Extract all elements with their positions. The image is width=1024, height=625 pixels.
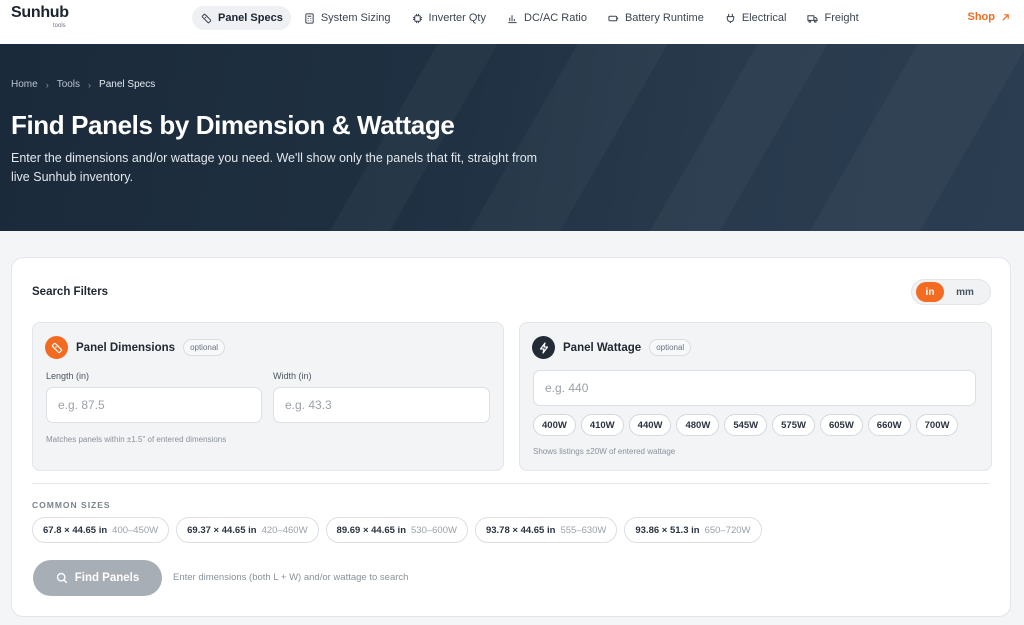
common-size-chip[interactable]: 93.86 × 51.3 in 650–720W bbox=[624, 517, 762, 543]
plug-icon bbox=[726, 13, 735, 23]
width-label: Width (in) bbox=[273, 371, 312, 381]
page-title: Find Panels by Dimension & Wattage bbox=[11, 110, 455, 140]
ruler-icon bbox=[45, 336, 68, 359]
wattage-chip[interactable]: 545W bbox=[724, 414, 768, 436]
sunhub-logo[interactable]: Sunhub tools bbox=[11, 4, 69, 29]
wattage-chip[interactable]: 605W bbox=[819, 414, 863, 436]
unit-toggle: in mm bbox=[911, 279, 991, 305]
hero-background-beam bbox=[631, 44, 840, 231]
nav-item-panel-specs[interactable]: Panel Specs bbox=[192, 6, 291, 30]
breadcrumb: Home › Tools › Panel Specs bbox=[11, 79, 155, 90]
card-title: Search Filters bbox=[32, 286, 109, 298]
section-header: Panel Dimensions optional bbox=[45, 336, 226, 359]
panel-wattage-section: Panel Wattage optional 400W 410W 440W 48… bbox=[519, 322, 992, 471]
find-panels-button[interactable]: Find Panels bbox=[33, 560, 162, 596]
shop-label: Shop bbox=[967, 11, 996, 23]
common-size-chip[interactable]: 89.69 × 44.65 in 530–600W bbox=[325, 517, 468, 543]
size-dimensions: 93.86 × 51.3 in bbox=[635, 524, 700, 536]
nav-item-dc-ac-ratio[interactable]: DC/AC Ratio bbox=[498, 6, 595, 30]
hero-banner: Home › Tools › Panel Specs Find Panels b… bbox=[0, 44, 1024, 231]
wattage-chip[interactable]: 660W bbox=[867, 414, 911, 436]
nav-label: System Sizing bbox=[320, 12, 391, 24]
wattage-chip[interactable]: 700W bbox=[915, 414, 959, 436]
optional-badge: optional bbox=[649, 339, 692, 356]
length-label: Length (in) bbox=[46, 371, 90, 381]
breadcrumb-tools[interactable]: Tools bbox=[57, 79, 80, 90]
external-arrow-icon bbox=[1002, 13, 1009, 21]
page-description: Enter the dimensions and/or wattage you … bbox=[11, 151, 538, 184]
ruler-icon bbox=[201, 13, 212, 23]
divider bbox=[32, 483, 990, 484]
common-size-chip[interactable]: 69.37 × 44.65 in 420–460W bbox=[176, 517, 319, 543]
search-filters-card: Search Filters in mm Panel Dimensions op… bbox=[11, 257, 1011, 617]
nav-label: Inverter Qty bbox=[428, 12, 486, 24]
wattage-quick-picks: 400W 410W 440W 480W 545W 575W 605W 660W … bbox=[533, 414, 959, 436]
lightning-icon bbox=[532, 336, 555, 359]
top-nav: Sunhub tools Panel Specs System Sizing I… bbox=[0, 0, 1024, 44]
breadcrumb-current: Panel Specs bbox=[99, 79, 156, 90]
panel-dimensions-section: Panel Dimensions optional Length (in) Wi… bbox=[32, 322, 504, 471]
hero-background-beam bbox=[451, 44, 680, 231]
dimension-tolerance-hint: Matches panels within ±1.5" of entered d… bbox=[46, 435, 227, 444]
size-dimensions: 89.69 × 44.65 in bbox=[336, 524, 407, 536]
size-dimensions: 69.37 × 44.65 in bbox=[187, 524, 257, 536]
common-size-chip[interactable]: 67.8 × 44.65 in 400–450W bbox=[32, 517, 170, 543]
nav-item-electrical[interactable]: Electrical bbox=[716, 6, 795, 30]
wattage-input[interactable] bbox=[533, 370, 976, 406]
wattage-chip[interactable]: 575W bbox=[772, 414, 815, 436]
common-size-chip[interactable]: 93.78 × 44.65 in 555–630W bbox=[474, 517, 618, 543]
size-dimensions: 67.8 × 44.65 in bbox=[43, 524, 108, 536]
logo-text: Sunhub bbox=[11, 4, 69, 21]
nav-label: Panel Specs bbox=[218, 12, 283, 24]
section-title: Panel Wattage bbox=[563, 341, 642, 354]
nav-label: Electrical bbox=[741, 12, 787, 24]
width-input[interactable] bbox=[273, 387, 490, 423]
length-input[interactable] bbox=[46, 387, 262, 423]
bar-chart-icon bbox=[508, 14, 517, 23]
section-title: Panel Dimensions bbox=[76, 341, 176, 354]
common-sizes-heading: COMMON SIZES bbox=[32, 500, 111, 510]
nav-item-freight[interactable]: Freight bbox=[798, 6, 866, 30]
tool-nav: Panel Specs System Sizing Inverter Qty D… bbox=[192, 6, 867, 30]
size-wattage-range: 400–450W bbox=[112, 524, 159, 536]
nav-item-inverter-qty[interactable]: Inverter Qty bbox=[403, 6, 494, 30]
chevron-right-icon: › bbox=[45, 79, 49, 90]
size-wattage-range: 650–720W bbox=[704, 524, 751, 536]
section-header: Panel Wattage optional bbox=[532, 336, 692, 359]
optional-badge: optional bbox=[183, 339, 226, 356]
chevron-right-icon: › bbox=[88, 79, 92, 90]
nav-label: Battery Runtime bbox=[624, 12, 704, 24]
nav-item-system-sizing[interactable]: System Sizing bbox=[295, 6, 399, 30]
size-wattage-range: 555–630W bbox=[560, 524, 607, 536]
truck-icon bbox=[807, 14, 819, 23]
logo-subtext: tools bbox=[53, 23, 66, 29]
chip-icon bbox=[412, 13, 422, 23]
hero-background-beam bbox=[791, 44, 1024, 231]
wattage-chip[interactable]: 400W bbox=[533, 414, 576, 436]
size-wattage-range: 420–460W bbox=[261, 524, 308, 536]
wattage-chip[interactable]: 410W bbox=[580, 414, 624, 436]
size-wattage-range: 530–600W bbox=[411, 524, 457, 536]
nav-item-battery-runtime[interactable]: Battery Runtime bbox=[599, 6, 712, 30]
wattage-chip[interactable]: 440W bbox=[628, 414, 672, 436]
unit-in-button[interactable]: in bbox=[916, 282, 944, 302]
breadcrumb-home[interactable]: Home bbox=[11, 79, 38, 90]
search-icon bbox=[56, 572, 68, 584]
nav-label: Freight bbox=[824, 12, 859, 24]
unit-mm-button[interactable]: mm bbox=[950, 282, 980, 302]
size-dimensions: 93.78 × 44.65 in bbox=[485, 524, 556, 536]
calculator-icon bbox=[305, 12, 314, 24]
common-sizes-list: 67.8 × 44.65 in 400–450W 69.37 × 44.65 i… bbox=[32, 517, 762, 543]
wattage-chip[interactable]: 480W bbox=[676, 414, 720, 436]
nav-label: DC/AC Ratio bbox=[524, 12, 587, 24]
wattage-tolerance-hint: Shows listings ±20W of entered wattage bbox=[533, 447, 676, 456]
find-panels-label: Find Panels bbox=[74, 572, 140, 584]
shop-link[interactable]: Shop bbox=[968, 11, 1011, 23]
battery-icon bbox=[608, 15, 619, 21]
search-requirements-hint: Enter dimensions (both L + W) and/or wat… bbox=[173, 572, 409, 583]
